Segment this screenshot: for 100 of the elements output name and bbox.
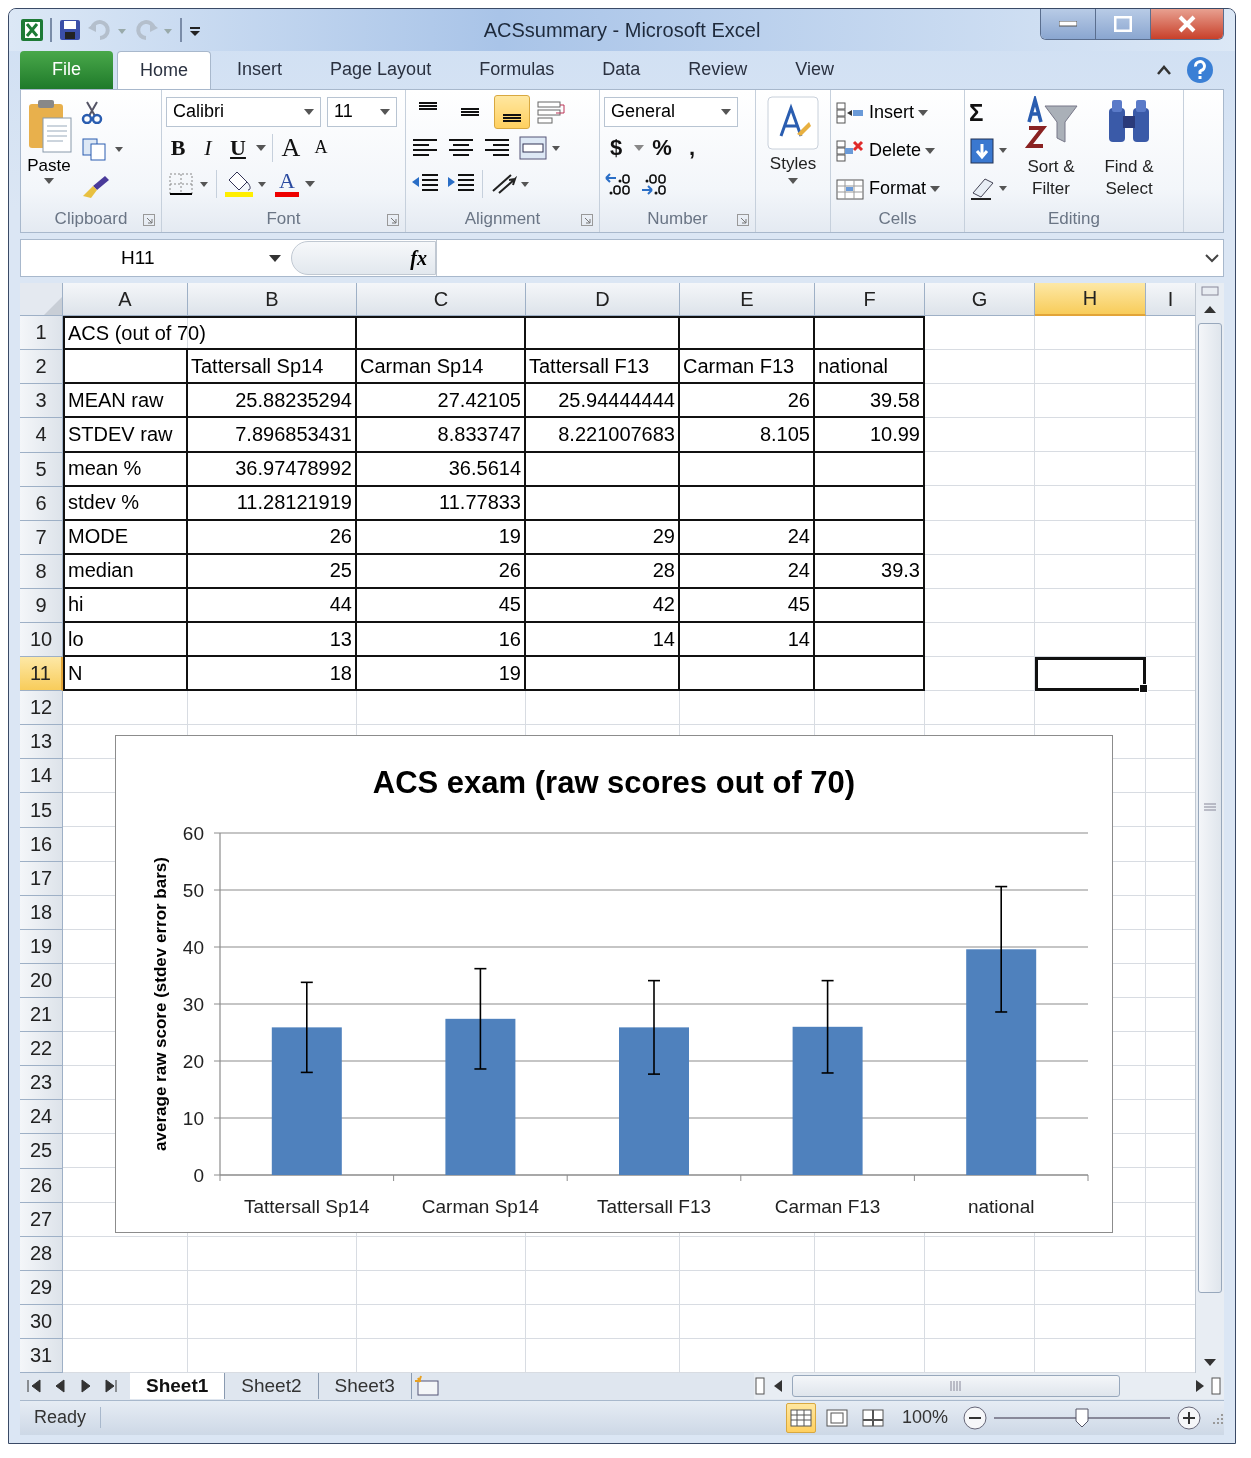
row-header[interactable]: 16	[20, 827, 63, 862]
borders-icon[interactable]	[166, 170, 210, 197]
dialog-launcher-icon[interactable]	[737, 213, 749, 226]
row-header[interactable]: 1	[20, 316, 63, 351]
dialog-launcher-icon[interactable]	[143, 213, 155, 226]
insert-function-button[interactable]: fx	[291, 241, 436, 276]
scroll-thumb[interactable]	[792, 1375, 1120, 1398]
number-format-field[interactable]: General	[604, 96, 738, 127]
comma-style-button[interactable]: ,	[680, 134, 704, 161]
column-header[interactable]: D	[526, 283, 680, 317]
row-header[interactable]: 28	[20, 1236, 63, 1271]
zoom-level[interactable]: 100%	[893, 1407, 956, 1429]
save-icon[interactable]	[58, 17, 82, 42]
ribbon-tab[interactable]: Formulas	[457, 50, 577, 89]
vertical-align-button[interactable]	[494, 94, 530, 129]
font-color-button[interactable]: A	[275, 170, 299, 198]
sheet-tab[interactable]: Sheet3	[318, 1373, 412, 1400]
row-header[interactable]: 4	[20, 418, 63, 453]
row-header[interactable]: 15	[20, 793, 63, 828]
merge-center-icon[interactable]	[518, 134, 562, 161]
font-name-field[interactable]: Calibri	[166, 96, 321, 127]
find-select-button[interactable]: Find & Select	[1093, 93, 1165, 206]
copy-icon[interactable]	[81, 136, 125, 161]
dialog-launcher-icon[interactable]	[387, 213, 399, 226]
delete-cells-button[interactable]: Delete	[835, 133, 960, 168]
sheet-tab[interactable]: Sheet1	[130, 1373, 226, 1400]
row-header[interactable]: 27	[20, 1202, 63, 1237]
align-left-icon[interactable]	[410, 136, 440, 159]
column-header[interactable]: A	[63, 283, 188, 317]
row-header[interactable]: 13	[20, 725, 63, 760]
ribbon-tab[interactable]: Insert	[215, 50, 305, 89]
file-tab[interactable]: File	[20, 50, 113, 89]
row-header[interactable]: 21	[20, 998, 63, 1033]
row-header[interactable]: 24	[20, 1100, 63, 1135]
font-size-field[interactable]: 11	[327, 96, 397, 127]
column-header[interactable]: I	[1146, 283, 1195, 317]
bold-button[interactable]: B	[166, 134, 190, 161]
row-header[interactable]: 22	[20, 1032, 63, 1067]
row-header[interactable]: 7	[20, 520, 63, 555]
row-header[interactable]: 29	[20, 1270, 63, 1305]
grow-font-button[interactable]: A	[279, 132, 303, 163]
row-header[interactable]: 30	[20, 1304, 63, 1339]
row-header[interactable]: 17	[20, 861, 63, 896]
active-cell[interactable]	[1035, 657, 1146, 692]
row-header[interactable]: 31	[20, 1338, 63, 1374]
row-header[interactable]: 9	[20, 588, 63, 623]
ribbon-tab[interactable]: Review	[666, 50, 770, 89]
zoom-in-icon[interactable]	[1176, 1404, 1202, 1431]
column-header[interactable]: B	[188, 283, 357, 317]
align-center-icon[interactable]	[446, 136, 476, 159]
underline-button[interactable]: U	[226, 134, 250, 161]
row-header[interactable]: 18	[20, 895, 63, 930]
column-header[interactable]: G	[925, 283, 1035, 317]
minimize-button[interactable]	[1041, 9, 1096, 39]
row-header[interactable]: 5	[20, 452, 63, 487]
fill-color-icon[interactable]	[223, 169, 269, 198]
row-header[interactable]: 19	[20, 929, 63, 964]
currency-button[interactable]: $	[604, 134, 628, 161]
cut-icon[interactable]	[81, 100, 103, 125]
fill-down-icon[interactable]	[969, 136, 1009, 165]
percent-button[interactable]: %	[650, 134, 674, 161]
row-header[interactable]: 2	[20, 350, 63, 385]
autosum-button[interactable]: Σ	[969, 98, 1009, 127]
row-header[interactable]: 11	[20, 657, 63, 692]
row-header[interactable]: 3	[20, 384, 63, 419]
format-cells-button[interactable]: Format	[835, 171, 960, 206]
italic-button[interactable]: I	[196, 134, 220, 161]
ribbon-tab[interactable]: Home	[117, 50, 212, 89]
vertical-scrollbar[interactable]	[1195, 283, 1224, 1374]
paste-button[interactable]: Paste	[25, 93, 73, 206]
shrink-font-button[interactable]: A	[309, 137, 333, 159]
zoom-out-icon[interactable]	[962, 1404, 988, 1431]
column-header[interactable]: F	[815, 283, 925, 317]
help-icon[interactable]	[1186, 55, 1214, 84]
row-header[interactable]: 20	[20, 963, 63, 999]
row-header[interactable]: 23	[20, 1066, 63, 1101]
format-painter-icon[interactable]	[81, 173, 111, 200]
close-button[interactable]	[1151, 9, 1223, 39]
column-header[interactable]: C	[357, 283, 526, 317]
wrap-text-icon[interactable]	[536, 98, 566, 125]
column-header[interactable]: E	[680, 283, 815, 317]
insert-cells-button[interactable]: Insert	[835, 95, 960, 130]
row-header[interactable]: 12	[20, 691, 63, 726]
styles-button[interactable]: Styles	[767, 93, 819, 232]
ribbon-tab[interactable]: Page Layout	[308, 50, 454, 89]
scroll-thumb[interactable]	[1198, 323, 1222, 1294]
ribbon-tab[interactable]: View	[773, 50, 856, 89]
sort-filter-button[interactable]: Sort & Filter	[1015, 93, 1087, 206]
sheet-tab[interactable]: Sheet2	[225, 1373, 319, 1400]
collapse-ribbon-icon[interactable]	[1156, 63, 1172, 76]
row-header[interactable]: 25	[20, 1134, 63, 1169]
slider-thumb[interactable]	[1075, 1407, 1089, 1428]
name-box[interactable]: H11	[21, 239, 291, 277]
ribbon-tab[interactable]: Data	[580, 50, 663, 89]
dialog-launcher-icon[interactable]	[581, 213, 593, 226]
horizontal-scrollbar[interactable]	[754, 1373, 1224, 1400]
row-header[interactable]: 8	[20, 554, 63, 589]
row-header[interactable]: 26	[20, 1168, 63, 1203]
normal-view-button[interactable]	[785, 1402, 816, 1433]
row-header[interactable]: 10	[20, 623, 63, 658]
